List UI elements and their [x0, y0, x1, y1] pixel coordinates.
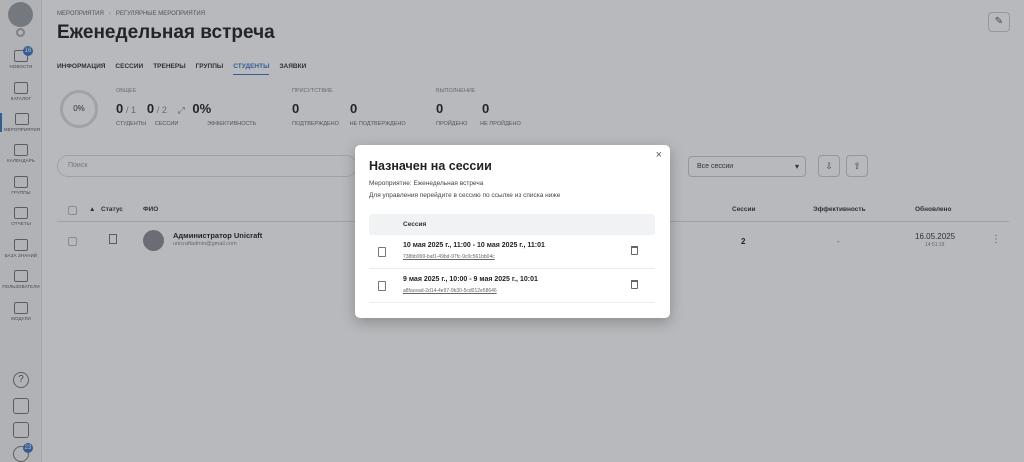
modal-hint: Для управления перейдите в сессию по ссы… — [369, 192, 561, 199]
assigned-sessions-modal: × Назначен на сессии Мероприятие: Еженед… — [355, 145, 670, 318]
col-session: Сессия — [403, 221, 427, 228]
session-icon — [378, 281, 386, 291]
trash-icon[interactable] — [631, 280, 638, 289]
session-row: 10 мая 2025 г., 11:00 - 10 мая 2025 г., … — [369, 237, 655, 269]
modal-table-header: Сессия — [369, 214, 655, 235]
session-title: 10 мая 2025 г., 11:00 - 10 мая 2025 г., … — [403, 242, 545, 249]
session-link[interactable]: 738bb999-baf1-49bd-97fc-9c0c561bb04c — [403, 254, 495, 260]
session-link[interactable]: a8facead-2d14-4e97-9b30-5cd012e58646 — [403, 288, 497, 294]
close-icon[interactable]: × — [656, 149, 662, 161]
modal-event-line: Мероприятие: Еженедельная встреча — [369, 180, 484, 187]
session-title: 9 мая 2025 г., 10:00 - 9 мая 2025 г., 10… — [403, 276, 538, 283]
session-icon — [378, 247, 386, 257]
modal-title: Назначен на сессии — [369, 159, 492, 173]
session-row: 9 мая 2025 г., 10:00 - 9 мая 2025 г., 10… — [369, 271, 655, 303]
trash-icon[interactable] — [631, 246, 638, 255]
